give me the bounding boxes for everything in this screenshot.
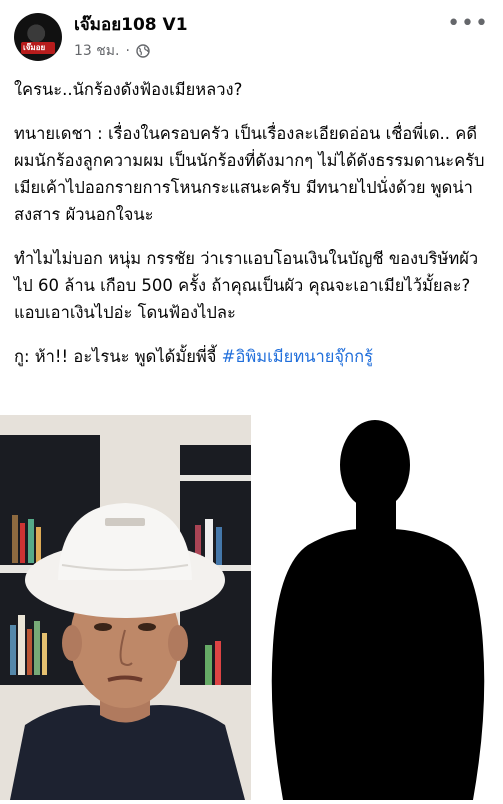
globe-icon[interactable] [136, 44, 150, 58]
post-paragraph-2: ทนายเดชา : เรื่องในครอบครัว เป็นเรื่องละ… [14, 124, 490, 224]
photo-grid [0, 415, 503, 800]
post-line-1: ใครนะ..นักร้องดังฟ้องเมียหลวง? [14, 80, 243, 99]
post-body: ใครนะ..นักร้องดังฟ้องเมียหลวง? ทนายเดชา … [14, 76, 492, 387]
post-paragraph-4: กู: ห้า!! อะไรนะ พูดได้มั้ยพี่จี้ #อิพิม… [14, 343, 492, 370]
post-header: เจ๊มอย เจ๊มอย108 V1 13 ชม. · ••• [0, 0, 503, 70]
post-line-4-text: กู: ห้า!! อะไรนะ พูดได้มั้ยพี่จี้ [14, 347, 222, 366]
post-paragraph-3: ทำไมไม่บอก หนุ่ม กรรชัย ว่าเราแอบโอนเงิน… [14, 249, 479, 322]
page-name-link[interactable]: เจ๊มอย108 V1 [74, 11, 188, 38]
photo-silhouette[interactable] [253, 415, 503, 800]
hashtag-link[interactable]: #อิพิมเมียทนายจุ๊กกรู้ [222, 347, 373, 366]
more-dots-icon[interactable]: ••• [447, 13, 489, 35]
post-timestamp[interactable]: 13 ชม. [74, 40, 119, 62]
page-avatar[interactable]: เจ๊มอย [14, 13, 62, 61]
meta-separator: · [125, 43, 130, 59]
post-meta: 13 ชม. · [74, 40, 150, 62]
photo-man-in-hat[interactable] [0, 415, 251, 800]
avatar-logo-text: เจ๊มอย [23, 43, 46, 52]
